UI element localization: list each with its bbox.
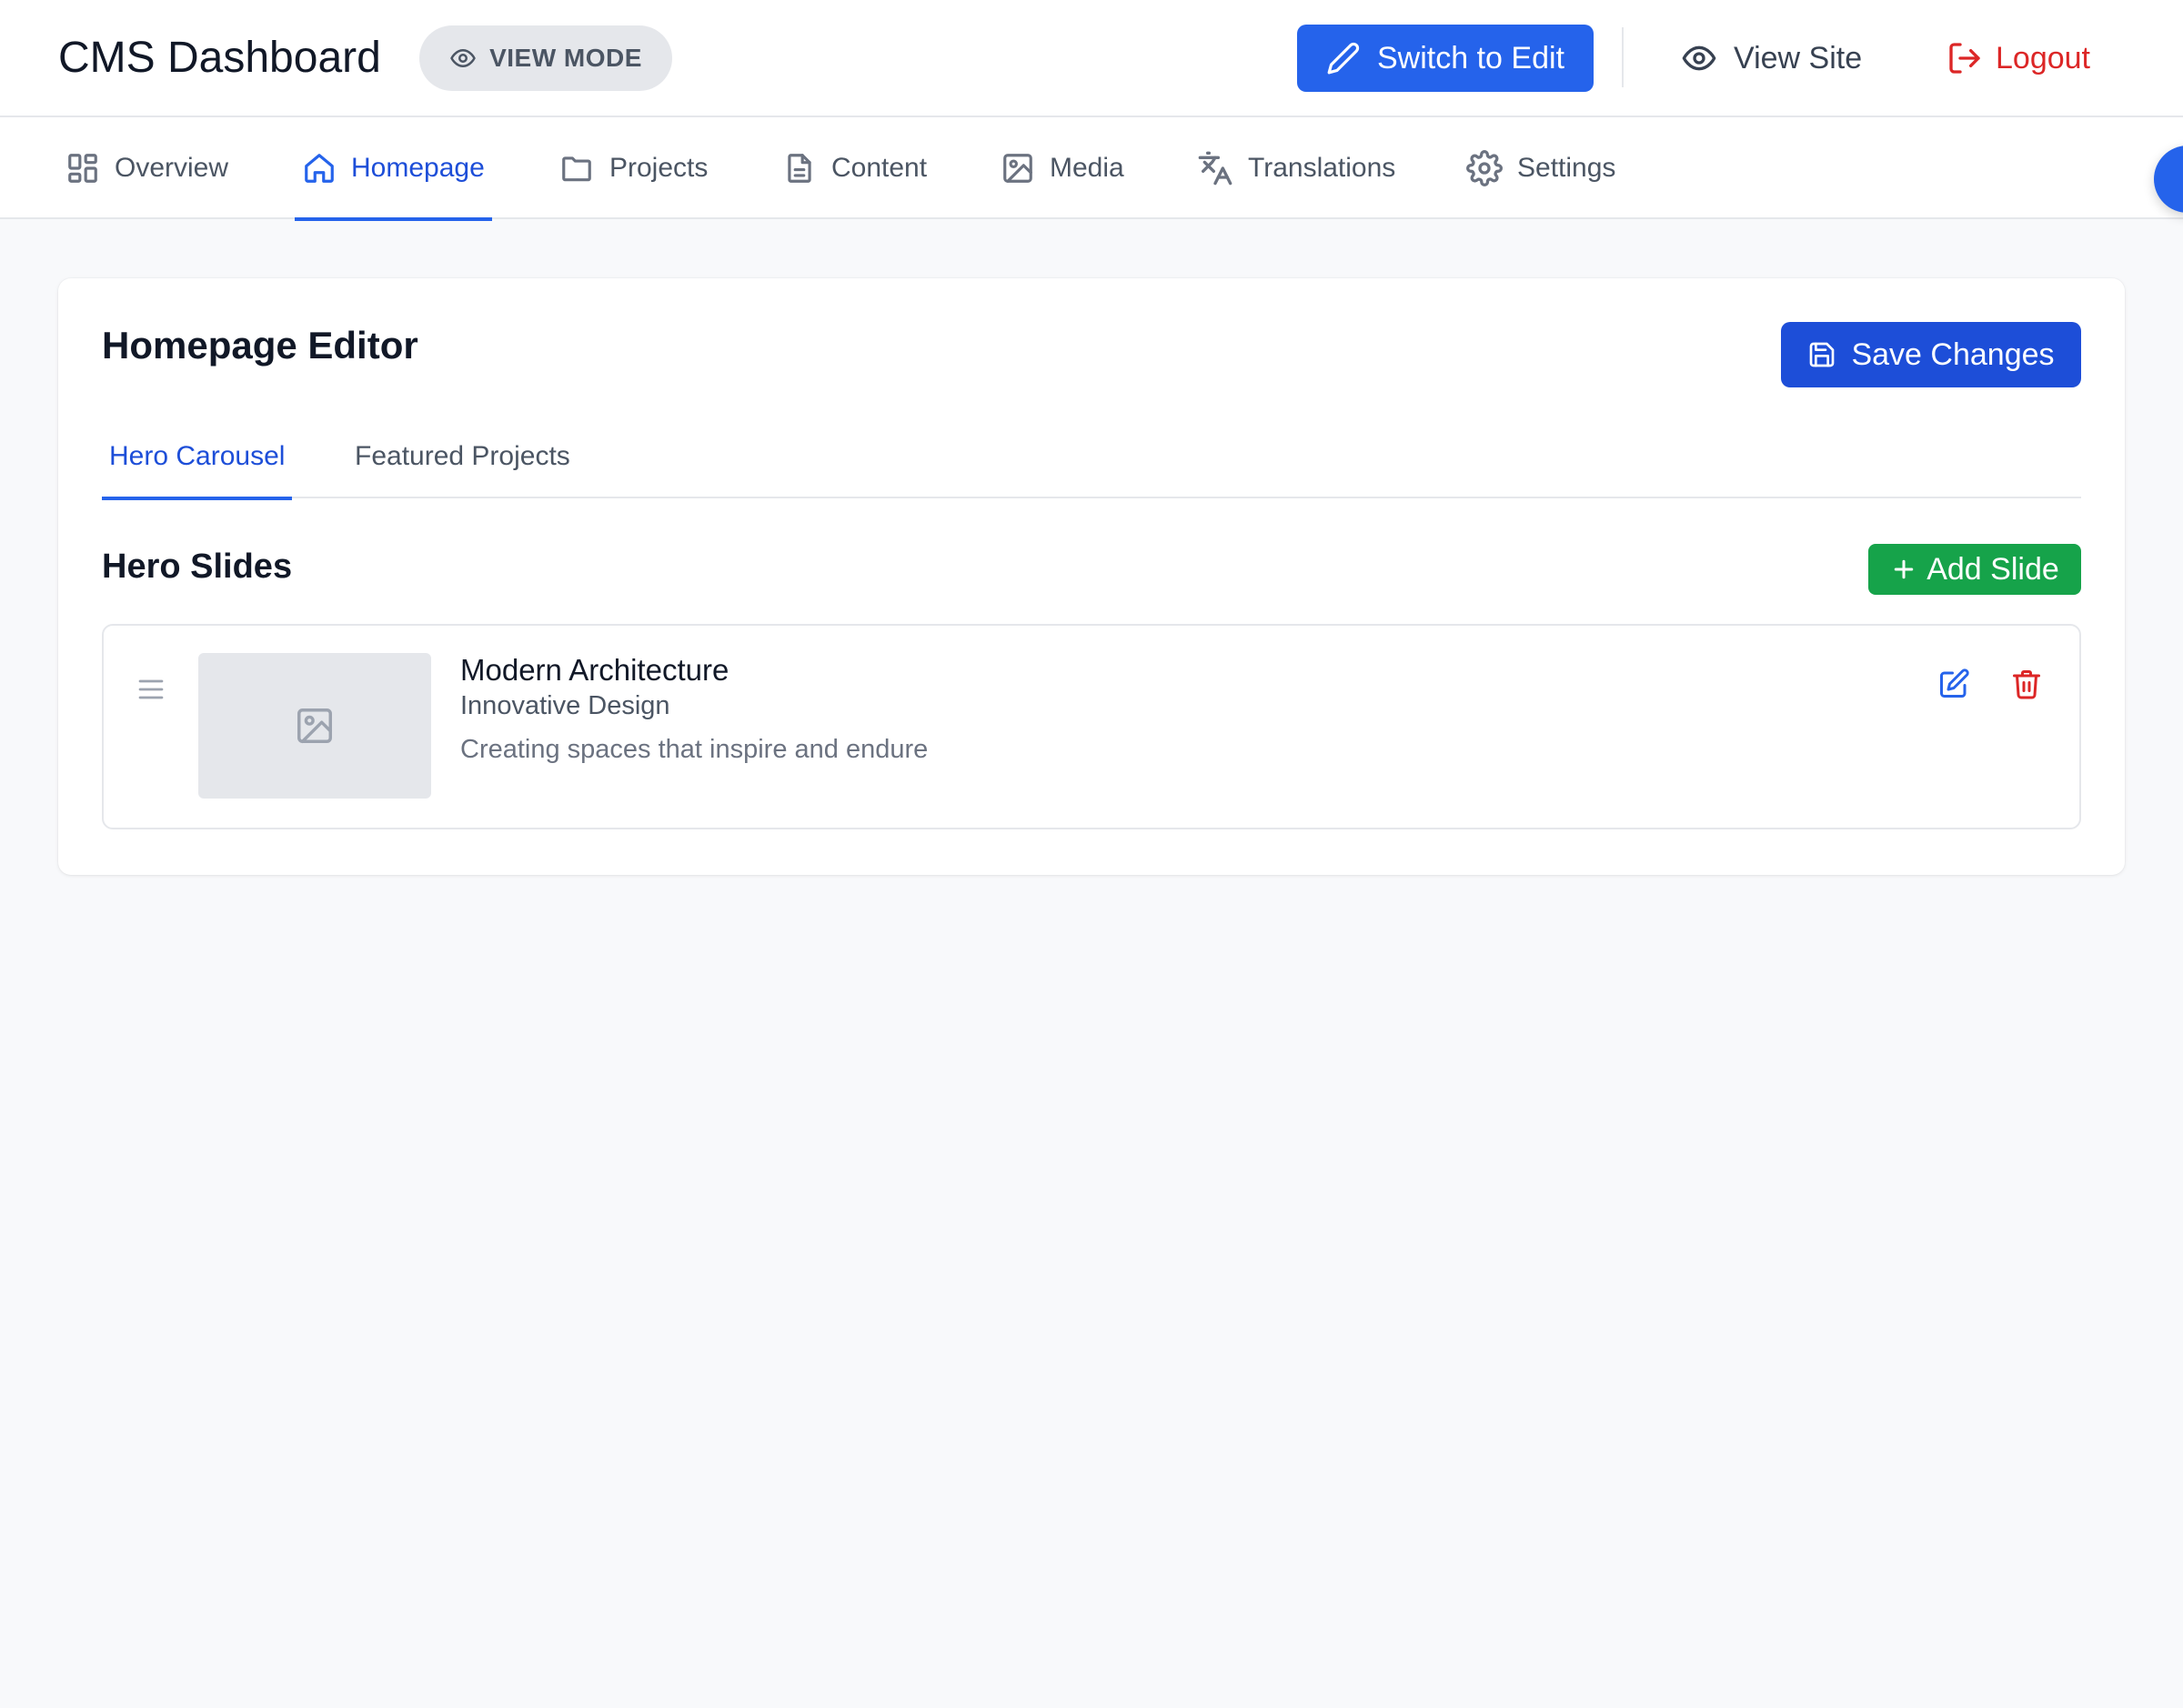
- save-icon: [1807, 340, 1836, 369]
- nav-tab-label: Translations: [1248, 153, 1396, 183]
- nav-tab-media[interactable]: Media: [1001, 117, 1124, 219]
- nav-tab-projects[interactable]: Projects: [558, 117, 708, 219]
- tab-label: Featured Projects: [355, 441, 570, 471]
- nav-tab-label: Content: [831, 153, 928, 183]
- image-placeholder-icon: [294, 705, 336, 747]
- view-mode-badge: VIEW MODE: [419, 25, 672, 91]
- logout-button[interactable]: Logout: [1947, 29, 2090, 87]
- nav-tab-translations[interactable]: Translations: [1197, 117, 1395, 219]
- nav-tab-homepage[interactable]: Homepage: [295, 117, 492, 221]
- tab-label: Hero Carousel: [109, 441, 286, 471]
- drag-handle-icon[interactable]: [135, 673, 167, 706]
- document-icon: [782, 151, 817, 186]
- nav-tab-label: Settings: [1517, 153, 1616, 183]
- translate-icon: [1197, 150, 1233, 186]
- homepage-editor-card: Homepage Editor Save Changes Hero Carous…: [58, 278, 2125, 875]
- view-site-label: View Site: [1734, 40, 1863, 75]
- eye-icon: [1681, 40, 1717, 76]
- eye-icon: [449, 45, 477, 72]
- grid-icon: [65, 151, 100, 186]
- save-changes-button[interactable]: Save Changes: [1781, 322, 2081, 387]
- logout-icon: [1947, 40, 1983, 76]
- slide-title: Modern Architecture: [460, 653, 729, 687]
- top-header: CMS Dashboard VIEW MODE Switch to Edit V…: [0, 0, 2183, 117]
- pencil-icon: [1326, 41, 1361, 75]
- slide-subtitle: Innovative Design: [460, 691, 670, 720]
- nav-tab-settings[interactable]: Settings: [1466, 117, 1615, 219]
- slide-thumbnail: [198, 653, 431, 799]
- add-slide-button[interactable]: Add Slide: [1868, 544, 2081, 595]
- edit-slide-icon[interactable]: [1937, 668, 1970, 700]
- main-nav: Overview Homepage Projects Content Media…: [0, 117, 2183, 221]
- view-mode-label: VIEW MODE: [489, 44, 642, 72]
- view-site-link[interactable]: View Site: [1681, 29, 1862, 87]
- tab-hero-carousel[interactable]: Hero Carousel: [101, 415, 293, 500]
- gear-icon: [1466, 150, 1503, 186]
- nav-tab-label: Homepage: [351, 153, 485, 183]
- nav-tab-label: Overview: [115, 153, 229, 183]
- delete-slide-icon[interactable]: [2010, 668, 2043, 700]
- nav-tab-overview[interactable]: Overview: [65, 117, 228, 219]
- editor-subtabs: Hero Carousel Featured Projects: [101, 415, 2081, 500]
- nav-tab-label: Media: [1050, 153, 1124, 183]
- add-slide-label: Add Slide: [1926, 551, 2059, 587]
- tab-featured-projects[interactable]: Featured Projects: [355, 415, 570, 498]
- switch-to-edit-label: Switch to Edit: [1377, 40, 1564, 75]
- switch-to-edit-button[interactable]: Switch to Edit: [1297, 25, 1594, 92]
- folder-icon: [558, 151, 595, 186]
- nav-tab-label: Projects: [609, 153, 709, 183]
- logout-label: Logout: [1996, 40, 2090, 75]
- hero-slides-heading: Hero Slides: [102, 548, 293, 586]
- plus-icon: [1890, 556, 1917, 583]
- image-icon: [1001, 151, 1035, 186]
- home-icon: [302, 151, 337, 186]
- slide-description: Creating spaces that inspire and endure: [460, 735, 929, 764]
- header-divider: [1622, 27, 1624, 87]
- nav-tab-content[interactable]: Content: [782, 117, 927, 219]
- save-changes-label: Save Changes: [1851, 337, 2055, 372]
- app-title: CMS Dashboard: [58, 34, 381, 82]
- hero-slide-item[interactable]: Modern Architecture Innovative Design Cr…: [102, 624, 2081, 829]
- page-title: Homepage Editor: [102, 324, 418, 367]
